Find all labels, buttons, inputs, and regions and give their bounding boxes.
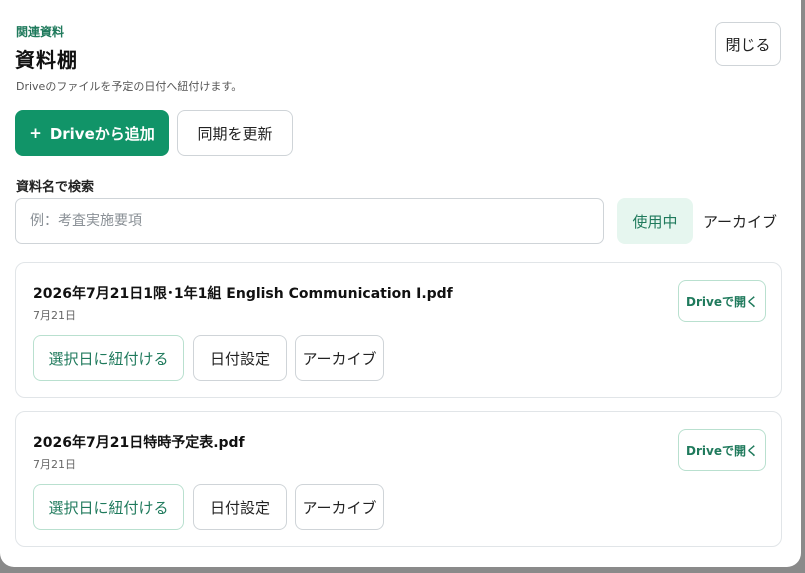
dialog-eyebrow: 関連資料 [16, 25, 65, 39]
material-shelf-dialog: 関連資料 資料棚 Driveのファイルを予定の日付へ紐付けます。 閉じる + D… [0, 0, 801, 567]
plus-icon: + [29, 124, 42, 142]
open-in-drive-button[interactable]: Driveで開く [678, 280, 766, 322]
file-name: 2026年7月21日特時予定表.pdf [33, 435, 245, 451]
add-from-drive-button[interactable]: + Driveから追加 [15, 110, 169, 156]
search-label: 資料名で検索 [16, 180, 95, 195]
link-to-selected-date-button[interactable]: 選択日に紐付ける [33, 335, 184, 381]
filter-archive-tab[interactable]: アーカイブ [696, 198, 784, 244]
add-from-drive-label: Driveから追加 [49, 124, 155, 143]
dialog-subtitle: Driveのファイルを予定の日付へ紐付けます。 [16, 80, 243, 93]
set-date-button[interactable]: 日付設定 [193, 335, 287, 381]
open-in-drive-button[interactable]: Driveで開く [678, 429, 766, 471]
file-card: 2026年7月21日1限･1年1組 English Communication … [15, 262, 782, 398]
sync-button[interactable]: 同期を更新 [177, 110, 293, 156]
file-name: 2026年7月21日1限･1年1組 English Communication … [33, 286, 453, 302]
file-date: 7月21日 [33, 458, 76, 471]
file-date: 7月21日 [33, 309, 76, 322]
dialog-title: 資料棚 [15, 48, 78, 72]
file-card: 2026年7月21日特時予定表.pdf 7月21日 Driveで開く 選択日に紐… [15, 411, 782, 547]
archive-button[interactable]: アーカイブ [295, 484, 384, 530]
filter-active-tab[interactable]: 使用中 [617, 198, 693, 244]
archive-button[interactable]: アーカイブ [295, 335, 384, 381]
set-date-button[interactable]: 日付設定 [193, 484, 287, 530]
close-button[interactable]: 閉じる [715, 22, 781, 66]
search-input[interactable] [15, 198, 604, 244]
link-to-selected-date-button[interactable]: 選択日に紐付ける [33, 484, 184, 530]
